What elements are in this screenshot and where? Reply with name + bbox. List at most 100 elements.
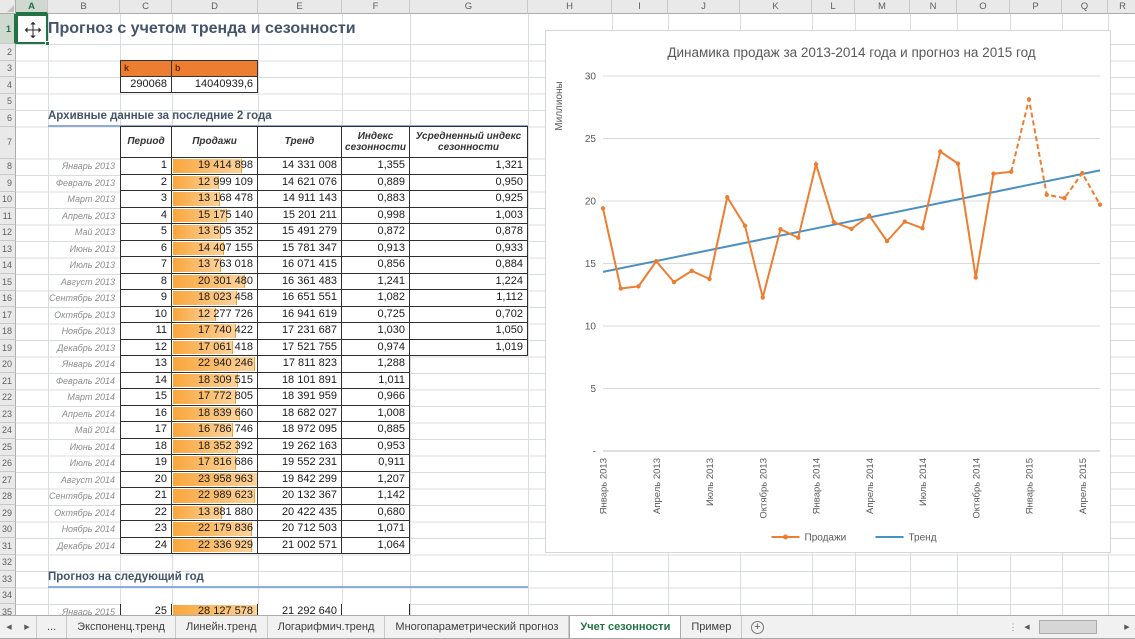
cell-index[interactable]: 1,241 bbox=[342, 273, 410, 290]
cell-month[interactable]: Март 2013 bbox=[48, 191, 120, 208]
cell-avg-index[interactable] bbox=[410, 604, 528, 615]
cell-avg-index[interactable] bbox=[410, 356, 528, 373]
cell-index[interactable]: 0,998 bbox=[342, 207, 410, 224]
cell-avg-index[interactable] bbox=[410, 472, 528, 489]
row-header-29[interactable]: 29 bbox=[0, 505, 16, 522]
cell-avg-index[interactable]: 1,224 bbox=[410, 273, 528, 290]
cell-month[interactable]: Апрель 2013 bbox=[48, 208, 120, 225]
cell-trend[interactable]: 16 071 415 bbox=[258, 257, 342, 274]
cell-avg-index[interactable] bbox=[410, 488, 528, 505]
cell-trend[interactable]: 20 132 367 bbox=[258, 488, 342, 505]
cell-index[interactable]: 1,082 bbox=[342, 290, 410, 307]
kb-header-k[interactable]: k bbox=[120, 60, 172, 77]
cell-avg-index[interactable] bbox=[410, 406, 528, 423]
cell-month[interactable]: Январь 2013 bbox=[48, 158, 120, 175]
cell-trend[interactable]: 15 781 347 bbox=[258, 240, 342, 257]
cell-month[interactable]: Октябрь 2014 bbox=[48, 505, 120, 522]
row-header-14[interactable]: 14 bbox=[0, 257, 16, 274]
cell-trend[interactable]: 19 552 231 bbox=[258, 455, 342, 472]
cell-sales[interactable]: 18 309 515 bbox=[172, 372, 258, 389]
cell-month[interactable]: Июнь 2013 bbox=[48, 241, 120, 258]
cell-trend[interactable]: 18 972 095 bbox=[258, 422, 342, 439]
cell-index[interactable]: 0,680 bbox=[342, 504, 410, 521]
cell-avg-index[interactable]: 1,003 bbox=[410, 207, 528, 224]
sheet-tab[interactable]: Пример bbox=[681, 616, 743, 638]
cell-sales[interactable]: 13 881 880 bbox=[172, 504, 258, 521]
cell-period[interactable]: 8 bbox=[120, 273, 172, 290]
column-header-N[interactable]: N bbox=[910, 0, 957, 14]
cell-trend[interactable]: 19 262 163 bbox=[258, 438, 342, 455]
cell-sales[interactable]: 18 839 660 bbox=[172, 405, 258, 422]
cell-trend[interactable]: 18 101 891 bbox=[258, 372, 342, 389]
cell-period[interactable]: 7 bbox=[120, 257, 172, 274]
row-header-17[interactable]: 17 bbox=[0, 307, 16, 324]
row-header-5[interactable]: 5 bbox=[0, 93, 16, 110]
cell-period[interactable]: 1 bbox=[120, 158, 172, 175]
sheet-tab-overflow[interactable]: ... bbox=[36, 616, 68, 638]
sheet-tab[interactable]: Логарифмич.тренд bbox=[268, 616, 386, 638]
column-header-B[interactable]: B bbox=[48, 0, 120, 14]
row-header-4[interactable]: 4 bbox=[0, 77, 16, 94]
column-header-P[interactable]: P bbox=[1010, 0, 1062, 14]
cell-sales[interactable]: 23 958 963 bbox=[172, 471, 258, 488]
row-header-31[interactable]: 31 bbox=[0, 538, 16, 555]
column-header-J[interactable]: J bbox=[668, 0, 740, 14]
section-heading-forecast[interactable]: Прогноз на следующий год bbox=[48, 570, 528, 588]
cell-trend[interactable]: 20 422 435 bbox=[258, 504, 342, 521]
forecast-line[interactable] bbox=[1010, 99, 1101, 206]
kb-value-k[interactable]: 290068 bbox=[120, 76, 172, 93]
column-header-E[interactable]: E bbox=[258, 0, 342, 14]
cell-avg-index[interactable]: 0,878 bbox=[410, 224, 528, 241]
column-header-L[interactable]: L bbox=[812, 0, 855, 14]
cell-avg-index[interactable] bbox=[410, 455, 528, 472]
cell-sales[interactable]: 13 168 478 bbox=[172, 191, 258, 208]
kb-header-b[interactable]: b bbox=[171, 60, 258, 77]
cell-sales[interactable]: 17 772 805 bbox=[172, 389, 258, 406]
cell-index[interactable]: 1,355 bbox=[342, 158, 410, 175]
cell-month[interactable]: Июль 2014 bbox=[48, 455, 120, 472]
cell-index[interactable]: 0,889 bbox=[342, 174, 410, 191]
cell-sales[interactable]: 12 999 109 bbox=[172, 174, 258, 191]
row-header-15[interactable]: 15 bbox=[0, 274, 16, 291]
cell-trend[interactable]: 17 521 755 bbox=[258, 339, 342, 356]
sheet-tab[interactable]: Многопараметрический прогноз bbox=[385, 616, 570, 638]
row-header-23[interactable]: 23 bbox=[0, 406, 16, 423]
cell-index[interactable]: 0,911 bbox=[342, 455, 410, 472]
cell-index[interactable]: 0,966 bbox=[342, 389, 410, 406]
hscroll-thumb[interactable] bbox=[1039, 620, 1097, 634]
cell-index[interactable]: 0,883 bbox=[342, 191, 410, 208]
cell-trend[interactable]: 14 621 076 bbox=[258, 174, 342, 191]
cell-trend[interactable]: 18 682 027 bbox=[258, 405, 342, 422]
cell-month[interactable]: Июнь 2014 bbox=[48, 439, 120, 456]
row-header-3[interactable]: 3 bbox=[0, 60, 16, 77]
cell-month[interactable]: Апрель 2014 bbox=[48, 406, 120, 423]
cell-sales[interactable]: 19 414 898 bbox=[172, 158, 258, 175]
cell-trend[interactable]: 15 201 211 bbox=[258, 207, 342, 224]
row-header-19[interactable]: 19 bbox=[0, 340, 16, 357]
cell-avg-index[interactable]: 1,112 bbox=[410, 290, 528, 307]
column-header-O[interactable]: O bbox=[957, 0, 1010, 14]
column-header-F[interactable]: F bbox=[342, 0, 410, 14]
cell-period[interactable]: 15 bbox=[120, 389, 172, 406]
cell-index[interactable]: 0,725 bbox=[342, 306, 410, 323]
cell-period[interactable]: 6 bbox=[120, 240, 172, 257]
row-header-30[interactable]: 30 bbox=[0, 521, 16, 538]
cell-avg-index[interactable] bbox=[410, 422, 528, 439]
cell-month[interactable]: Май 2014 bbox=[48, 422, 120, 439]
cell-month[interactable]: Сентябрь 2014 bbox=[48, 488, 120, 505]
cell-period[interactable]: 22 bbox=[120, 504, 172, 521]
cell-index[interactable]: 1,008 bbox=[342, 405, 410, 422]
row-header-8[interactable]: 8 bbox=[0, 158, 16, 175]
cell-sales[interactable]: 17 740 422 bbox=[172, 323, 258, 340]
column-header-I[interactable]: I bbox=[612, 0, 668, 14]
cell-sales[interactable]: 22 989 623 bbox=[172, 488, 258, 505]
cell-sales[interactable]: 18 352 392 bbox=[172, 438, 258, 455]
cell-trend[interactable]: 17 231 687 bbox=[258, 323, 342, 340]
cell-trend[interactable]: 15 491 279 bbox=[258, 224, 342, 241]
sheet-tab-active[interactable]: Учет сезонности bbox=[569, 616, 682, 638]
tab-scroll-splitter[interactable]: ⋮ bbox=[1007, 616, 1019, 638]
cell-trend[interactable]: 19 842 299 bbox=[258, 471, 342, 488]
row-header-28[interactable]: 28 bbox=[0, 488, 16, 505]
hscroll-left-button[interactable]: ◀ bbox=[1019, 616, 1035, 638]
cell-trend[interactable]: 18 391 959 bbox=[258, 389, 342, 406]
